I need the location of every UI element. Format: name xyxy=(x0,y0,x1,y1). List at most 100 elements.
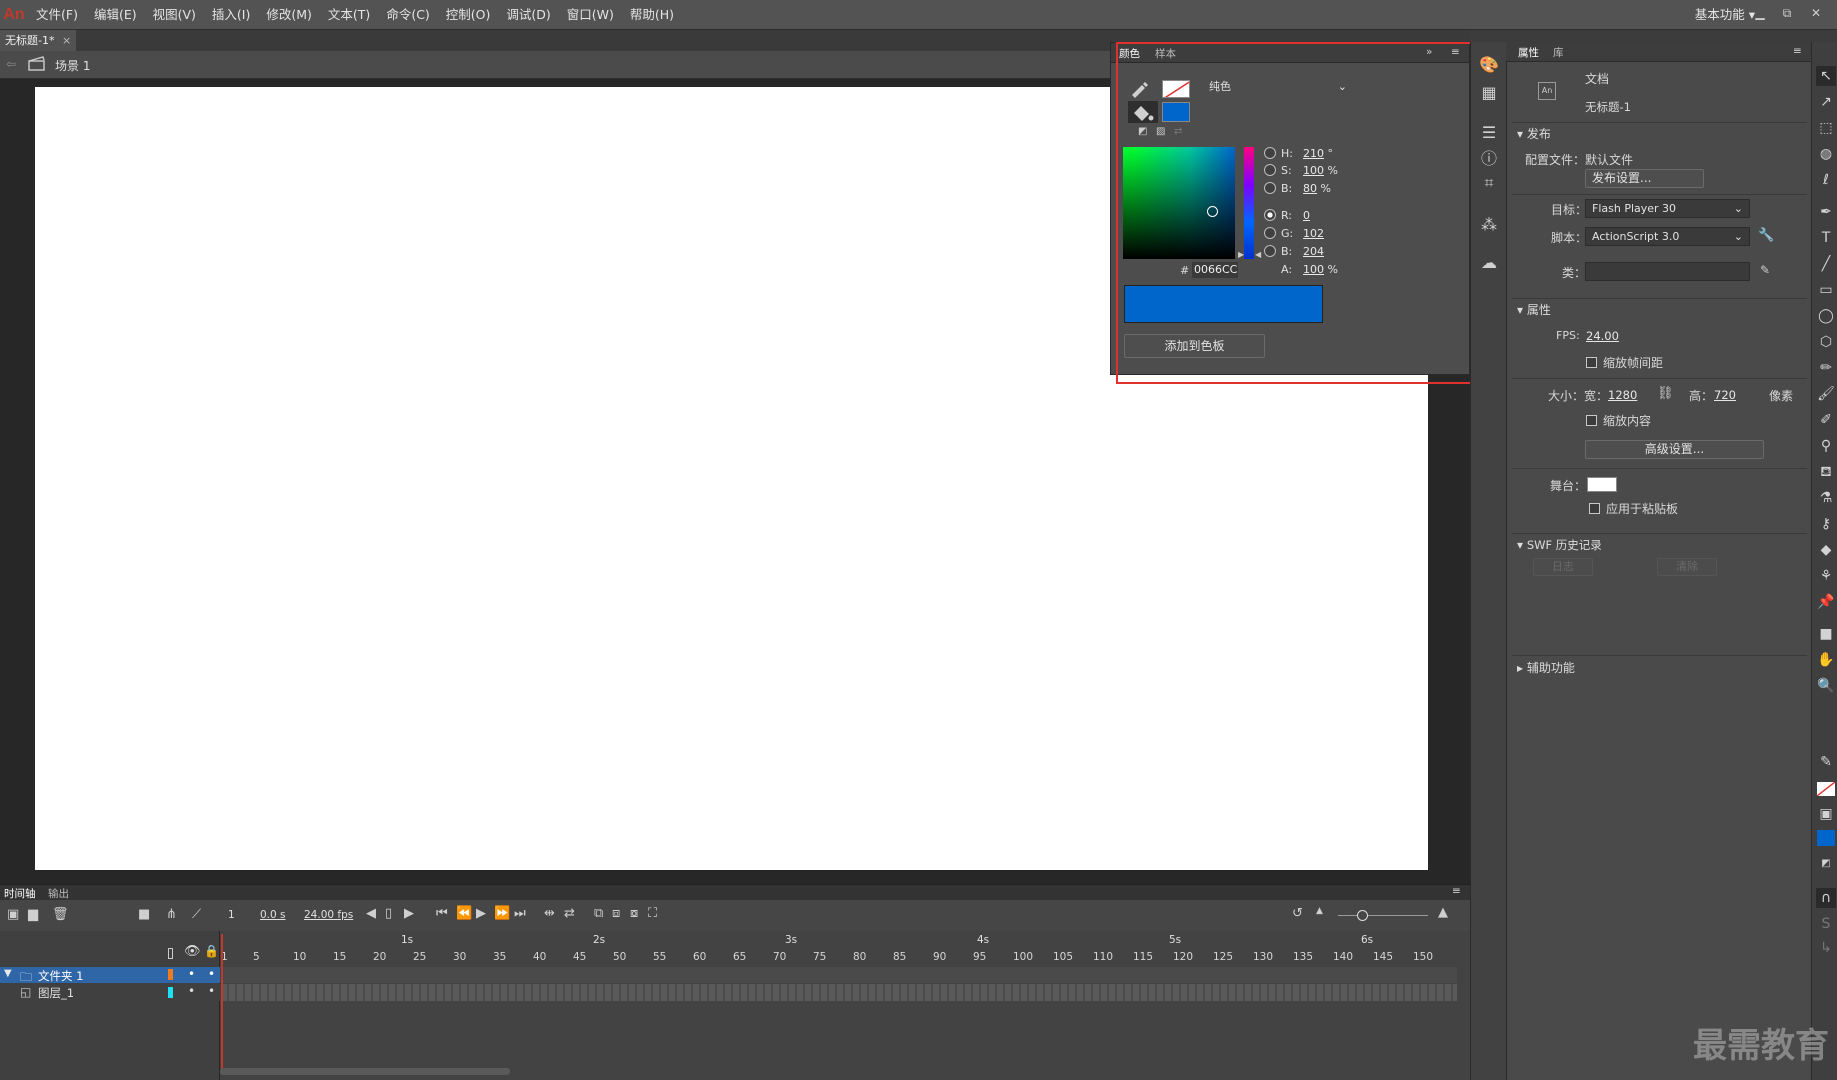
components-icon[interactable]: ⁂ xyxy=(1478,214,1500,236)
bone-tool-icon[interactable]: ⚲ xyxy=(1816,436,1836,456)
advanced-settings-button[interactable]: 高级设置... xyxy=(1585,440,1764,459)
first-frame-icon[interactable]: ⏮ xyxy=(436,906,448,921)
swatches-icon[interactable]: ▦ xyxy=(1478,82,1500,104)
menu-view[interactable]: 视图(V) xyxy=(145,0,204,30)
next-frame-icon[interactable]: ⏩ xyxy=(494,906,510,921)
cc-libraries-icon[interactable]: ☁ xyxy=(1478,252,1500,274)
menu-modify[interactable]: 修改(M) xyxy=(258,0,320,30)
restore-button[interactable]: ⧉ xyxy=(1777,6,1797,22)
onion-skin-icon[interactable]: ⇄ xyxy=(564,906,575,921)
layer-name[interactable]: 图层_1 xyxy=(38,985,74,1001)
lock-dot[interactable]: • xyxy=(208,984,215,998)
eyedropper-icon[interactable]: ⚷ xyxy=(1816,514,1836,534)
pencil-tool-icon[interactable]: ✏ xyxy=(1816,358,1836,378)
menu-edit[interactable]: 编辑(E) xyxy=(86,0,145,30)
camera-icon[interactable]: ■ xyxy=(138,907,150,922)
new-folder-icon[interactable]: ▆ xyxy=(28,907,38,922)
modify-markers-icon[interactable]: ⧇ xyxy=(630,906,638,921)
swap-icon[interactable]: ⇄ xyxy=(1174,126,1182,137)
panel-menu-icon[interactable]: ≡ xyxy=(1793,45,1802,57)
document-tab[interactable]: 无标题-1* × xyxy=(0,30,76,51)
hand-tool-icon[interactable]: ✋ xyxy=(1816,650,1836,670)
loop-icon[interactable]: ⇹ xyxy=(544,906,555,921)
stroke-none-swatch[interactable] xyxy=(1817,782,1835,796)
chevron-down-icon[interactable]: ▼ xyxy=(4,968,12,979)
menu-window[interactable]: 窗口(W) xyxy=(559,0,622,30)
swap-colors-tool-icon[interactable]: ◩ xyxy=(1816,854,1836,874)
script-select[interactable]: ActionScript 3.0 ⌄ xyxy=(1585,227,1750,246)
edit-multiple-icon[interactable]: ⧈ xyxy=(612,906,620,921)
swf-history-header[interactable]: ▾ SWF 历史记录 xyxy=(1517,537,1602,553)
saturation-radio[interactable] xyxy=(1264,164,1276,176)
alpha-value[interactable]: 100 xyxy=(1303,263,1324,276)
fill-type-select[interactable]: 纯色 ⌄ xyxy=(1203,78,1353,98)
lock-dot[interactable]: • xyxy=(208,967,215,981)
playhead[interactable] xyxy=(221,934,223,1074)
width-value[interactable]: 1280 xyxy=(1608,388,1637,402)
paint-bucket-icon[interactable]: ⛾ xyxy=(1816,462,1836,482)
prev-frame-icon[interactable]: ⏪ xyxy=(456,906,472,921)
class-input[interactable] xyxy=(1585,262,1750,281)
slider-handle-left[interactable]: ▶ xyxy=(1238,250,1244,259)
frame-rate[interactable]: 24.00 fps xyxy=(304,909,353,921)
close-tab-icon[interactable]: × xyxy=(62,34,71,47)
menu-debug[interactable]: 调试(D) xyxy=(498,0,558,30)
blue-value[interactable]: 204 xyxy=(1303,245,1324,258)
layer-color-tag[interactable] xyxy=(168,969,173,980)
step-forward-icon[interactable]: ▶ xyxy=(404,906,414,921)
fill-color-tool-icon[interactable]: ▣ xyxy=(1816,804,1836,824)
pen-tool-icon[interactable]: ✒ xyxy=(1816,202,1836,222)
free-transform-icon[interactable]: ⬚ xyxy=(1816,118,1836,138)
menu-insert[interactable]: 插入(I) xyxy=(204,0,258,30)
hue-slider[interactable] xyxy=(1244,147,1254,259)
log-button[interactable]: 日志 xyxy=(1533,558,1593,576)
brightness-radio[interactable] xyxy=(1264,182,1276,194)
panel-menu-icon[interactable]: ≡ xyxy=(1451,46,1460,58)
lock-icon[interactable]: 🔒 xyxy=(204,944,219,958)
zoom-in-icon[interactable]: ▲ xyxy=(1438,905,1448,920)
current-time[interactable]: 0.0 s xyxy=(260,909,286,921)
panel-menu-icon[interactable]: ≡ xyxy=(1452,885,1461,897)
width-tool-icon[interactable]: ⚘ xyxy=(1816,566,1836,586)
tab-swatches[interactable]: 样本 xyxy=(1155,46,1176,61)
green-value[interactable]: 102 xyxy=(1303,227,1324,240)
zoom-out-icon[interactable]: ▲ xyxy=(1316,906,1323,916)
3d-rotation-icon[interactable]: ◍ xyxy=(1816,144,1836,164)
color-panel-icon[interactable]: 🎨 xyxy=(1478,54,1500,76)
swap-colors-icon[interactable]: ◩ xyxy=(1138,126,1147,137)
slider-handle-right[interactable]: ◀ xyxy=(1255,250,1261,259)
new-layer-icon[interactable]: ▣ xyxy=(7,907,19,922)
brightness-value[interactable]: 80 xyxy=(1303,182,1317,195)
blue-radio[interactable] xyxy=(1264,245,1276,257)
scale-spans-checkbox[interactable] xyxy=(1586,357,1597,368)
zoom-slider[interactable] xyxy=(1338,915,1428,916)
add-to-swatches-button[interactable]: 添加到色板 xyxy=(1124,334,1265,358)
polystar-tool-icon[interactable]: ⬡ xyxy=(1816,332,1836,352)
rectangle-tool-icon[interactable]: ▭ xyxy=(1816,280,1836,300)
tab-color[interactable]: 颜色 xyxy=(1119,46,1140,61)
tab-output[interactable]: 输出 xyxy=(48,886,69,901)
line-tool-icon[interactable]: ╱ xyxy=(1816,254,1836,274)
graph-icon[interactable]: ⟋ xyxy=(192,907,201,922)
stage-color-swatch[interactable] xyxy=(1587,477,1617,492)
straighten-icon[interactable]: ↳ xyxy=(1816,938,1836,958)
target-select[interactable]: Flash Player 30 ⌄ xyxy=(1585,199,1750,218)
step-back-icon[interactable]: ◀ xyxy=(366,906,376,921)
current-frame[interactable]: 1 xyxy=(228,909,235,921)
layer-color-tag[interactable] xyxy=(168,987,173,998)
zoom-tool-icon[interactable]: 🔍 xyxy=(1816,676,1836,696)
stroke-color-icon[interactable] xyxy=(1128,79,1150,99)
camera-tool-icon[interactable]: ■ xyxy=(1816,624,1836,644)
play-icon[interactable]: ▶ xyxy=(476,906,486,921)
delete-layer-icon[interactable]: 🗑 xyxy=(52,907,69,922)
hue-radio[interactable] xyxy=(1264,147,1276,159)
align-icon[interactable]: ☰ xyxy=(1478,122,1500,144)
fps-value[interactable]: 24.00 xyxy=(1586,329,1619,343)
ink-bottle-icon[interactable]: ⚗ xyxy=(1816,488,1836,508)
selection-tool-icon[interactable]: ↖ xyxy=(1816,66,1836,86)
info-icon[interactable]: ⓘ xyxy=(1478,148,1500,170)
zoom-slider-handle[interactable] xyxy=(1357,910,1368,921)
no-color-icon[interactable]: ▨ xyxy=(1156,126,1165,137)
brush-tool-icon[interactable]: ✐ xyxy=(1816,410,1836,430)
menu-commands[interactable]: 命令(C) xyxy=(378,0,437,30)
